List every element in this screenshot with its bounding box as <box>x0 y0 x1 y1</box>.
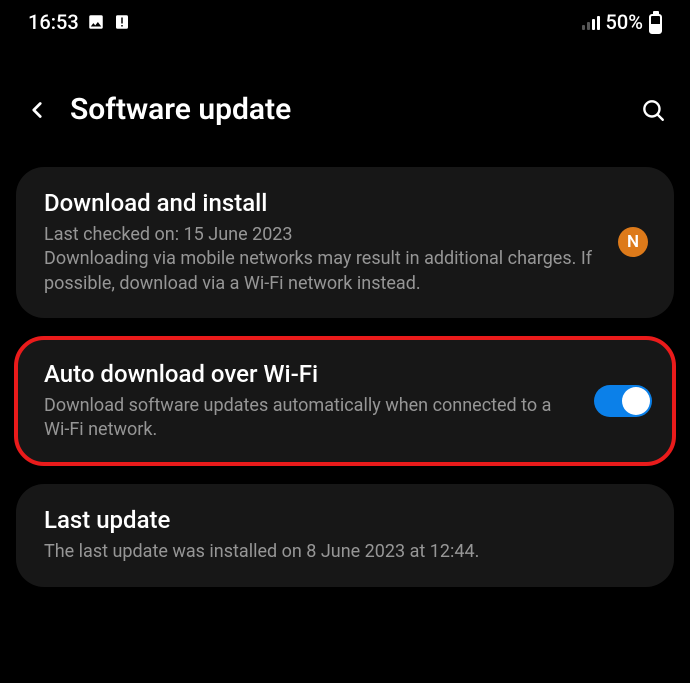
status-left: 16:53 <box>28 10 131 34</box>
status-bar: 16:53 50% <box>0 0 690 42</box>
search-icon[interactable] <box>638 95 668 125</box>
picture-icon <box>87 13 105 31</box>
last-update-card[interactable]: Last update The last update was installe… <box>16 484 674 586</box>
auto-download-description: Download software updates automatically … <box>44 394 571 443</box>
download-last-checked: Last checked on: 15 June 2023 <box>44 223 646 247</box>
back-icon[interactable] <box>22 95 52 125</box>
battery-percentage: 50% <box>606 10 643 34</box>
download-description: Downloading via mobile networks may resu… <box>44 247 646 296</box>
auto-download-toggle[interactable] <box>594 385 652 417</box>
auto-download-card[interactable]: Auto download over Wi-Fi Download softwa… <box>16 338 674 465</box>
status-time: 16:53 <box>28 10 79 34</box>
toggle-knob <box>622 387 650 415</box>
signal-icon <box>582 14 600 30</box>
notification-badge: N <box>618 227 648 257</box>
auto-download-title: Auto download over Wi-Fi <box>44 360 571 388</box>
last-update-title: Last update <box>44 506 646 534</box>
download-and-install-card[interactable]: Download and install Last checked on: 15… <box>16 167 674 318</box>
page-header: Software update <box>0 42 690 167</box>
battery-icon <box>649 11 662 34</box>
page-title: Software update <box>70 92 620 127</box>
download-title: Download and install <box>44 189 646 217</box>
alert-icon <box>113 13 131 31</box>
status-right: 50% <box>582 10 662 34</box>
last-update-description: The last update was installed on 8 June … <box>44 540 646 564</box>
